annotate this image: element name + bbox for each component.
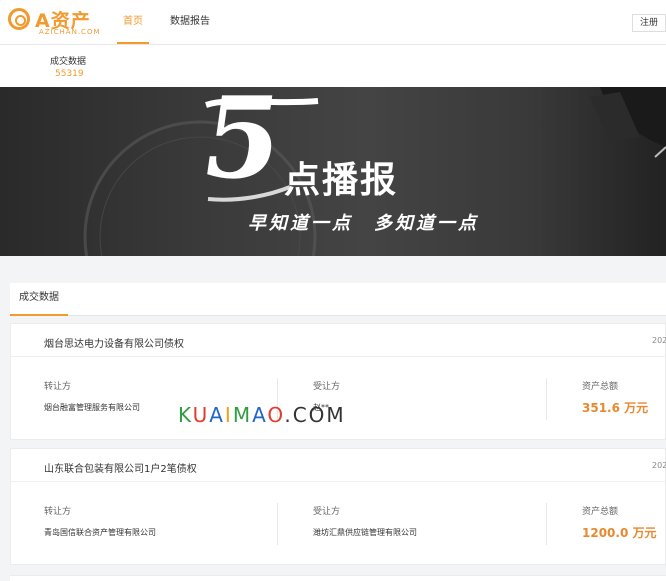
deal-count-label: 成交数据 — [50, 57, 87, 67]
top-header: A资产 AZICHAN.COM 首页 数据报告 注册 — [0, 0, 666, 45]
watermark-letter: O — [267, 403, 285, 427]
column-divider — [277, 503, 278, 545]
deal-date: 202 — [652, 461, 666, 470]
card-divider — [11, 356, 665, 357]
watermark-letter: .COM — [284, 403, 346, 427]
section-tabs: 成交数据 — [10, 283, 666, 316]
tab-deal-data[interactable]: 成交数据 — [10, 283, 68, 316]
transferee-label: 受让方 — [313, 507, 341, 517]
deal-date: 202 — [652, 336, 666, 345]
deal-title[interactable]: 烟台思达电力设备有限公司债权 — [44, 335, 184, 350]
watermark-letter: U — [192, 403, 210, 427]
brand-subtitle: AZICHAN.COM — [39, 28, 101, 36]
transferor-label: 转让方 — [44, 507, 72, 517]
nav-item-home[interactable]: 首页 — [117, 0, 149, 44]
banner-number: 5 — [193, 87, 291, 204]
transferor-value: 烟台融富管理服务有限公司 — [44, 403, 140, 412]
deal-count-value: 55319 — [55, 69, 84, 79]
total-assets-label: 资产总额 — [582, 382, 619, 392]
hero-banner[interactable]: 5 点播报 早知道一点 多知道一点 — [0, 87, 666, 256]
transferor-label: 转让方 — [44, 382, 72, 392]
nav-item-data-report[interactable]: 数据报告 — [164, 0, 216, 44]
total-assets-label: 资产总额 — [582, 507, 619, 517]
transferor-value: 青岛国信联合资产管理有限公司 — [44, 528, 156, 537]
transferee-value: 潍坊汇鼎供应链管理有限公司 — [313, 528, 417, 537]
watermark-letter: I — [224, 403, 233, 427]
watermark: KUAIMAO.COM — [178, 403, 346, 427]
next-card-edge — [10, 575, 666, 581]
deal-card[interactable]: 山东联合包装有限公司1户2笔债权 202 转让方 青岛国信联合资产管理有限公司 … — [10, 448, 666, 565]
banner-slogan: 早知道一点 多知道一点 — [248, 213, 479, 234]
watermark-letter: A — [209, 403, 225, 427]
watermark-letter: K — [178, 403, 193, 427]
register-button[interactable]: 注册 — [632, 14, 666, 32]
transferee-label: 受让方 — [313, 382, 341, 392]
column-divider — [546, 378, 547, 420]
total-assets-value: 1200.0 万元 — [582, 526, 657, 540]
deal-title[interactable]: 山东联合包装有限公司1户2笔债权 — [44, 460, 197, 475]
watermark-letter: A — [252, 403, 268, 427]
column-divider — [546, 503, 547, 545]
logo-mark-icon — [8, 8, 30, 30]
total-assets-value: 351.6 万元 — [582, 401, 649, 415]
stats-strip: 成交数据 55319 — [0, 45, 666, 87]
brand-logo[interactable]: A资产 AZICHAN.COM — [8, 6, 101, 38]
watermark-letter: M — [232, 403, 253, 427]
card-divider — [11, 481, 665, 482]
banner-title: 点播报 — [284, 160, 399, 201]
